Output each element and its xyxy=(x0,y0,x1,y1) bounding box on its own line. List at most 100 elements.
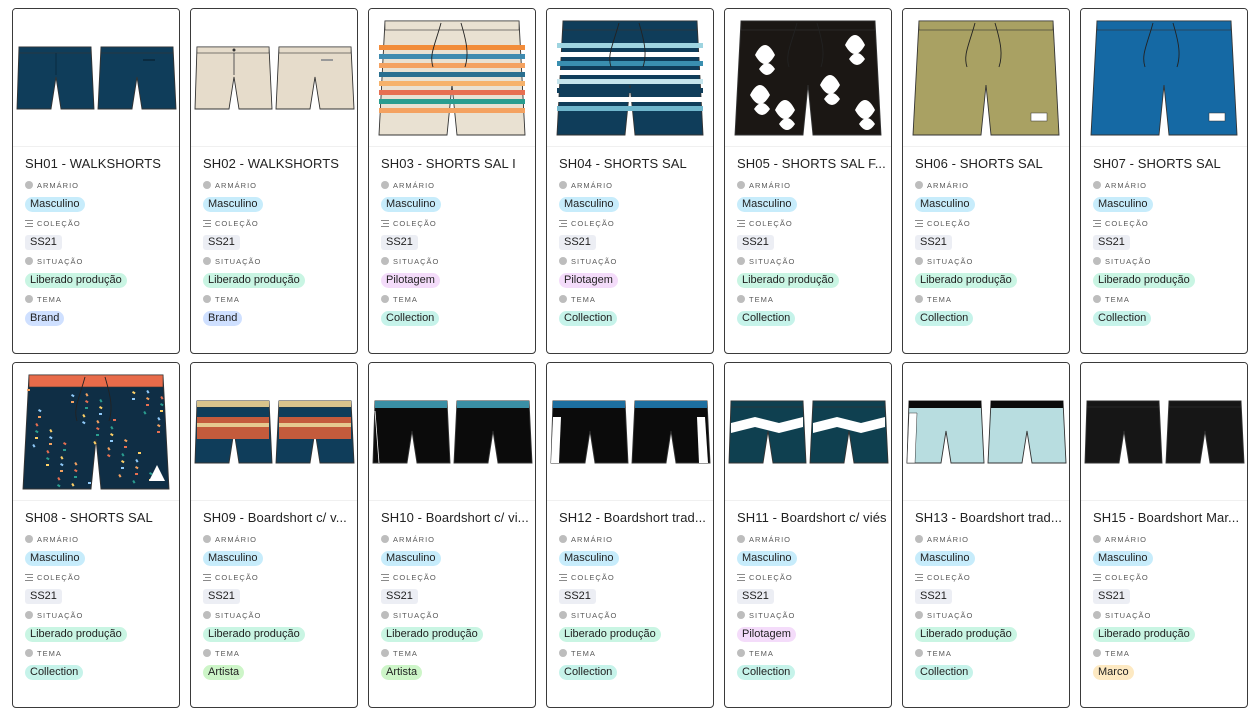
colecao-tag: SS21 xyxy=(737,235,774,250)
tema-icon xyxy=(559,295,567,303)
colecao-tag: SS21 xyxy=(381,589,418,604)
colecao-icon xyxy=(25,219,33,227)
tema-tag: Artista xyxy=(381,665,423,680)
field-label-tema: TEMA xyxy=(37,294,62,304)
tema-icon xyxy=(1093,295,1101,303)
product-title: SH05 - SHORTS SAL F... xyxy=(737,156,886,171)
colecao-tag: SS21 xyxy=(559,589,596,604)
colecao-tag: SS21 xyxy=(25,589,62,604)
product-image xyxy=(191,363,357,501)
situacao-icon xyxy=(559,611,567,619)
armario-icon xyxy=(203,181,211,189)
armario-icon xyxy=(381,181,389,189)
product-card[interactable]: SH02 - WALKSHORTS ARMÁRIO Masculino COLE… xyxy=(190,8,358,354)
tema-tag: Collection xyxy=(737,311,796,326)
situacao-tag: Liberado produção xyxy=(915,273,1017,288)
situacao-tag: Liberado produção xyxy=(559,627,661,642)
product-title: SH10 - Boardshort c/ vi... xyxy=(381,510,529,525)
product-image xyxy=(903,9,1069,147)
field-label-colecao: COLEÇÃO xyxy=(215,218,259,228)
tema-tag: Collection xyxy=(381,311,440,326)
situacao-icon xyxy=(915,611,923,619)
product-card[interactable]: SH11 - Boardshort c/ viés ARMÁRIO Mascul… xyxy=(724,362,892,708)
field-label-situacao: SITUAÇÃO xyxy=(215,610,262,620)
product-image xyxy=(547,363,713,501)
tema-tag: Brand xyxy=(203,311,243,326)
situacao-tag: Liberado produção xyxy=(203,627,305,642)
field-label-situacao: SITUAÇÃO xyxy=(1105,256,1152,266)
field-label-tema: TEMA xyxy=(927,648,952,658)
product-card[interactable]: SH09 - Boardshort c/ v... ARMÁRIO Mascul… xyxy=(190,362,358,708)
colecao-tag: SS21 xyxy=(915,589,952,604)
product-card[interactable]: SH01 - WALKSHORTS ARMÁRIO Masculino COLE… xyxy=(12,8,180,354)
tema-icon xyxy=(381,295,389,303)
field-label-armario: ARMÁRIO xyxy=(215,534,258,544)
colecao-icon xyxy=(559,573,567,581)
colecao-icon xyxy=(203,219,211,227)
armario-tag: Masculino xyxy=(1093,197,1153,212)
armario-icon xyxy=(203,535,211,543)
product-card[interactable]: SH05 - SHORTS SAL F... ARMÁRIO Masculino… xyxy=(724,8,892,354)
situacao-tag: Pilotagem xyxy=(381,273,440,288)
colecao-tag: SS21 xyxy=(25,235,62,250)
product-card[interactable]: SH10 - Boardshort c/ vi... ARMÁRIO Mascu… xyxy=(368,362,536,708)
colecao-tag: SS21 xyxy=(559,235,596,250)
field-label-colecao: COLEÇÃO xyxy=(37,572,81,582)
tema-tag: Collection xyxy=(1093,311,1152,326)
armario-tag: Masculino xyxy=(737,197,797,212)
product-image xyxy=(191,9,357,147)
product-card[interactable]: SH12 - Boardshort trad... ARMÁRIO Mascul… xyxy=(546,362,714,708)
product-title: SH09 - Boardshort c/ v... xyxy=(203,510,347,525)
armario-tag: Masculino xyxy=(381,197,441,212)
product-card[interactable]: SH04 - SHORTS SAL ARMÁRIO Masculino COLE… xyxy=(546,8,714,354)
field-label-tema: TEMA xyxy=(1105,648,1130,658)
product-card[interactable]: SH03 - SHORTS SAL I ARMÁRIO Masculino CO… xyxy=(368,8,536,354)
field-label-tema: TEMA xyxy=(749,648,774,658)
field-label-tema: TEMA xyxy=(1105,294,1130,304)
field-label-tema: TEMA xyxy=(927,294,952,304)
tema-tag: Collection xyxy=(915,311,974,326)
armario-tag: Masculino xyxy=(559,551,619,566)
product-image xyxy=(1081,9,1247,147)
product-title: SH15 - Boardshort Mar... xyxy=(1093,510,1240,525)
product-card[interactable]: SH06 - SHORTS SAL ARMÁRIO Masculino COLE… xyxy=(902,8,1070,354)
colecao-icon xyxy=(915,573,923,581)
tema-icon xyxy=(25,295,33,303)
field-label-colecao: COLEÇÃO xyxy=(927,218,971,228)
product-card[interactable]: SH15 - Boardshort Mar... ARMÁRIO Masculi… xyxy=(1080,362,1248,708)
tema-icon xyxy=(203,649,211,657)
field-label-tema: TEMA xyxy=(215,294,240,304)
field-label-armario: ARMÁRIO xyxy=(571,180,614,190)
armario-tag: Masculino xyxy=(25,197,85,212)
product-card[interactable]: SH13 - Boardshort trad... ARMÁRIO Mascul… xyxy=(902,362,1070,708)
field-label-armario: ARMÁRIO xyxy=(1105,534,1148,544)
field-label-situacao: SITUAÇÃO xyxy=(571,256,618,266)
product-card[interactable]: SH07 - SHORTS SAL ARMÁRIO Masculino COLE… xyxy=(1080,8,1248,354)
product-title: SH02 - WALKSHORTS xyxy=(203,156,340,171)
field-label-armario: ARMÁRIO xyxy=(215,180,258,190)
situacao-icon xyxy=(381,257,389,265)
field-label-armario: ARMÁRIO xyxy=(393,534,436,544)
situacao-icon xyxy=(203,611,211,619)
product-image xyxy=(903,363,1069,501)
product-image xyxy=(13,9,179,147)
field-label-armario: ARMÁRIO xyxy=(571,534,614,544)
field-label-situacao: SITUAÇÃO xyxy=(393,256,440,266)
armario-icon xyxy=(559,181,567,189)
armario-tag: Masculino xyxy=(737,551,797,566)
field-label-colecao: COLEÇÃO xyxy=(1105,572,1149,582)
colecao-icon xyxy=(381,573,389,581)
situacao-tag: Liberado produção xyxy=(915,627,1017,642)
tema-icon xyxy=(915,295,923,303)
armario-icon xyxy=(25,535,33,543)
tema-icon xyxy=(915,649,923,657)
product-image xyxy=(725,9,891,147)
armario-tag: Masculino xyxy=(203,197,263,212)
field-label-armario: ARMÁRIO xyxy=(749,534,792,544)
field-label-situacao: SITUAÇÃO xyxy=(1105,610,1152,620)
field-label-colecao: COLEÇÃO xyxy=(927,572,971,582)
field-label-armario: ARMÁRIO xyxy=(927,180,970,190)
field-label-colecao: COLEÇÃO xyxy=(749,572,793,582)
situacao-tag: Liberado produção xyxy=(25,273,127,288)
product-card[interactable]: SH08 - SHORTS SAL ARMÁRIO Masculino COLE… xyxy=(12,362,180,708)
